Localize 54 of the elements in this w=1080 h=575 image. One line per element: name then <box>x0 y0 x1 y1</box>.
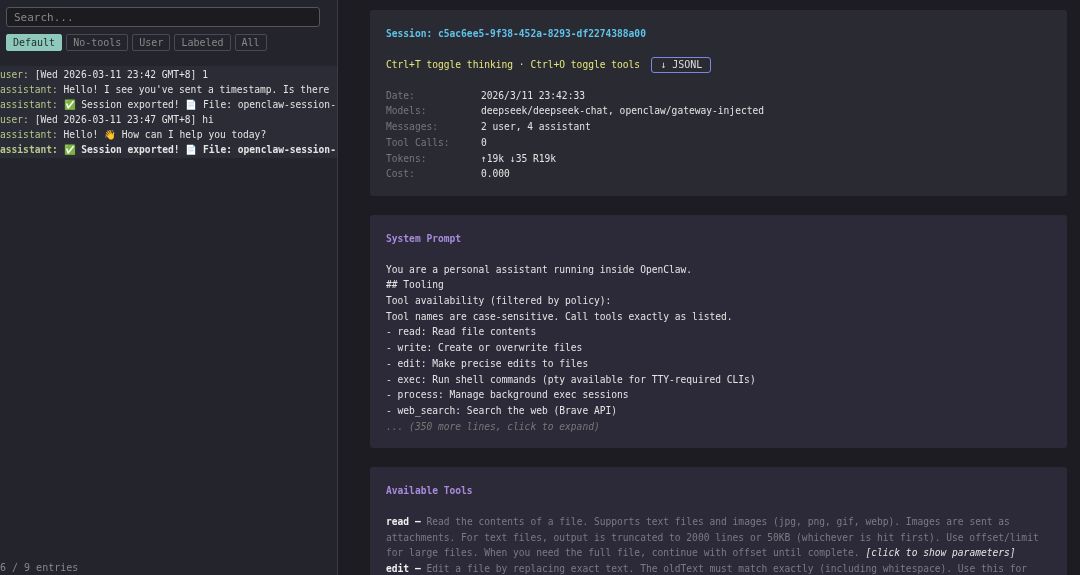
filter-button[interactable]: Labeled <box>174 34 231 51</box>
shortcut-hint: Ctrl+T toggle thinking · Ctrl+O toggle tools <box>386 57 641 72</box>
info-value: 2 user, 4 assistant <box>481 120 592 135</box>
entry-role: user: <box>0 69 29 80</box>
info-label: Models: <box>386 104 428 119</box>
prompt-line: - exec: Run shell commands (pty available for TTY-required CLIs) <box>386 372 757 387</box>
filter-button[interactable]: All <box>234 34 267 51</box>
filter-button[interactable]: User <box>132 34 171 51</box>
entry-text: ✅ Session exported! 📄 File: openclaw-session- <box>63 99 336 110</box>
session-title: Session: c5ac6ee5-9f38-452a-8293-df2274388a00 <box>386 27 647 41</box>
tool-description[interactable]: read – Read the contents of a file. Supports text files and images (jpg, png, gif, webp). Images are sent as attachments. For text files, output is truncated to 2000 lines or 50KB (whichever is hit first). Use offset/limit for large files. When you need the full file, continue with offset until complete. [click to show parameters] <box>386 514 1051 562</box>
message-entry[interactable]: assistant: Hello! I see you've sent a timestamp. Is there <box>0 82 337 97</box>
entry-role: assistant: <box>0 84 58 95</box>
download-button[interactable]: ↓ JSONL <box>651 56 712 73</box>
message-entry[interactable]: assistant: ✅ Session exported! 📄 File: openclaw-session- <box>0 97 337 112</box>
prompt-line: Tool names are case-sensitive. Call tools exactly as listed. <box>386 309 734 324</box>
prompt-line: ## Tooling <box>386 278 445 293</box>
section-title: System Prompt <box>386 231 463 246</box>
prompt-line: - write: Create or overwrite files <box>386 341 584 356</box>
prompt-line: - read: Read file contents <box>386 325 538 340</box>
entry-text: [Wed 2026-03-11 23:42 GMT+8] 1 <box>34 69 208 80</box>
section-title: Available Tools <box>386 484 474 499</box>
filter-button[interactable]: No-tools <box>66 34 129 51</box>
info-value: ↑19k ↓35 R19k <box>481 151 558 166</box>
entry-role: assistant: <box>0 144 58 155</box>
info-value: 0 <box>481 135 488 150</box>
prompt-line: - web_search: Search the web (Brave API) <box>386 403 619 419</box>
entry-text: ✅ Session exported! 📄 File: openclaw-session- <box>63 144 336 155</box>
prompt-line: Tool availability (filtered by policy): <box>386 294 613 309</box>
info-value: deepseek/deepseek-chat, openclaw/gateway-injected <box>481 104 766 119</box>
prompt-line: You are a personal assistant running inside OpenClaw. <box>386 262 694 277</box>
entry-role: assistant: <box>0 129 58 140</box>
message-entry[interactable]: user: [Wed 2026-03-11 23:47 GMT+8] hi <box>0 112 337 127</box>
entry-text: Hello! I see you've sent a timestamp. Is there <box>63 84 330 95</box>
info-label: Tokens: <box>386 151 428 166</box>
message-entry[interactable]: assistant: Hello! 👋 How can I help you today? <box>0 127 337 142</box>
prompt-line: - edit: Make precise edits to files <box>386 356 590 371</box>
info-value: 2026/3/11 23:42:33 <box>481 88 586 103</box>
tool-description[interactable]: edit – Edit a file by replacing exact text. The oldText must match exactly (including whitespace). Use this for <box>386 561 1051 575</box>
message-entry[interactable]: assistant: ✅ Session exported! 📄 File: openclaw-session- <box>0 142 337 157</box>
entry-count: 6 / 9 entries <box>0 562 80 575</box>
search-field[interactable]: Search... <box>6 7 320 27</box>
entry-role: user: <box>0 114 29 125</box>
entry-text: Hello! 👋 How can I help you today? <box>63 129 267 140</box>
entry-text: [Wed 2026-03-11 23:47 GMT+8] hi <box>34 114 214 125</box>
info-label: Cost: <box>386 167 416 182</box>
prompt-line: - process: Manage background exec sessions <box>386 388 630 403</box>
message-entry[interactable]: user: [Wed 2026-03-11 23:42 GMT+8] 1 <box>0 67 337 82</box>
info-value: 0.000 <box>481 167 511 182</box>
filter-button[interactable]: Default <box>6 34 63 51</box>
info-label: Messages: <box>386 120 439 135</box>
info-label: Date: <box>386 88 416 103</box>
entry-role: assistant: <box>0 99 58 110</box>
info-label: Tool Calls: <box>386 135 451 150</box>
